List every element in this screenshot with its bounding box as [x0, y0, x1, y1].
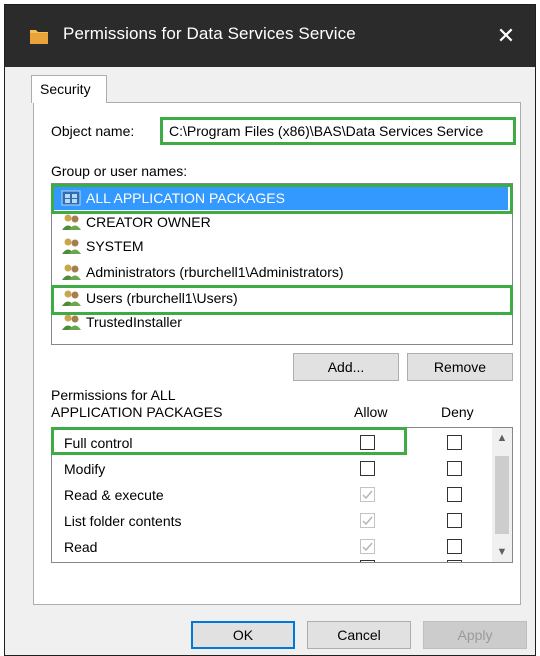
users-group-icon [62, 238, 81, 254]
group-user-list: ALL APPLICATION PACKAGES CREATOR OWNER S… [51, 183, 513, 345]
permission-name: Full control [64, 435, 133, 451]
users-group-icon [62, 264, 81, 280]
perm-row-partial [52, 558, 492, 562]
permissions-label-line2: APPLICATION PACKAGES [51, 404, 223, 420]
permission-name: Modify [64, 461, 106, 477]
allow-checkbox[interactable] [360, 560, 375, 562]
security-panel: Object name: C:\Program Files (x86)\BAS\… [33, 102, 521, 605]
perm-row-read: Read [52, 534, 492, 560]
object-name-label: Object name: [51, 123, 135, 139]
deny-checkbox[interactable] [447, 539, 462, 554]
permissions-dialog: Permissions for Data Services Service ✕ … [4, 4, 536, 656]
scroll-thumb[interactable] [495, 456, 509, 534]
add-button[interactable]: Add... [293, 353, 399, 381]
window-title: Permissions for Data Services Service [63, 24, 356, 43]
allow-column-header: Allow [354, 404, 388, 420]
cancel-button[interactable]: Cancel [307, 621, 411, 649]
tab-security[interactable]: Security [31, 75, 107, 103]
title-bar[interactable]: Permissions for Data Services Service ✕ [5, 5, 535, 67]
list-item-label: Users (rburchell1\Users) [86, 290, 238, 306]
permissions-scrollbar[interactable]: ▲ ▼ [492, 428, 512, 562]
remove-button[interactable]: Remove [407, 353, 513, 381]
close-icon: ✕ [496, 23, 516, 48]
perm-row-modify: Modify [52, 456, 492, 482]
group-names-label: Group or user names: [51, 163, 188, 179]
dialog-button-bar: OK Cancel Apply [5, 605, 535, 655]
list-item-users[interactable]: Users (rburchell1\Users) [54, 286, 508, 310]
folder-icon [30, 30, 48, 44]
list-item-trustedinstaller[interactable]: TrustedInstaller [54, 310, 508, 334]
tab-strip: Security [5, 67, 535, 103]
list-item-label: TrustedInstaller [86, 314, 182, 330]
permission-name: List folder contents [64, 513, 182, 529]
list-item-label: SYSTEM [86, 238, 144, 254]
list-item-label: Administrators (rburchell1\Administrator… [86, 264, 344, 280]
scroll-up-icon[interactable]: ▲ [492, 428, 512, 448]
list-item-administrators[interactable]: Administrators (rburchell1\Administrator… [54, 260, 508, 284]
list-item-label: CREATOR OWNER [86, 214, 211, 230]
users-group-icon [62, 214, 81, 230]
allow-checkbox[interactable] [360, 461, 375, 476]
close-button[interactable]: ✕ [477, 5, 535, 67]
allow-checkbox[interactable] [360, 487, 375, 502]
deny-checkbox[interactable] [447, 461, 462, 476]
object-name-value: C:\Program Files (x86)\BAS\Data Services… [160, 117, 516, 145]
users-group-icon [62, 314, 81, 330]
users-group-icon [62, 290, 81, 306]
deny-column-header: Deny [441, 404, 474, 420]
check-icon [362, 542, 373, 552]
check-icon [362, 516, 373, 526]
deny-checkbox[interactable] [447, 513, 462, 528]
allow-checkbox[interactable] [360, 435, 375, 450]
list-item-label: ALL APPLICATION PACKAGES [86, 190, 285, 206]
allow-checkbox[interactable] [360, 513, 375, 528]
permission-name: Read & execute [64, 487, 164, 503]
permission-name: Read [64, 539, 98, 555]
app-packages-icon [61, 190, 81, 206]
allow-checkbox[interactable] [360, 539, 375, 554]
perm-row-list-folder-contents: List folder contents [52, 508, 492, 534]
perm-row-read-execute: Read & execute [52, 482, 492, 508]
deny-checkbox[interactable] [447, 435, 462, 450]
deny-checkbox[interactable] [447, 560, 462, 562]
deny-checkbox[interactable] [447, 487, 462, 502]
check-icon [362, 490, 373, 500]
ok-button[interactable]: OK [191, 621, 295, 649]
list-item-system[interactable]: SYSTEM [54, 234, 508, 258]
list-item-creator-owner[interactable]: CREATOR OWNER [54, 210, 508, 234]
permissions-list: Full control Modify Read & execute List … [51, 427, 513, 563]
apply-button[interactable]: Apply [423, 621, 527, 649]
permissions-label-line1: Permissions for ALL [51, 387, 176, 403]
scroll-down-icon[interactable]: ▼ [492, 542, 512, 562]
list-item-all-application-packages[interactable]: ALL APPLICATION PACKAGES [54, 186, 508, 210]
perm-row-full-control: Full control [52, 430, 492, 456]
